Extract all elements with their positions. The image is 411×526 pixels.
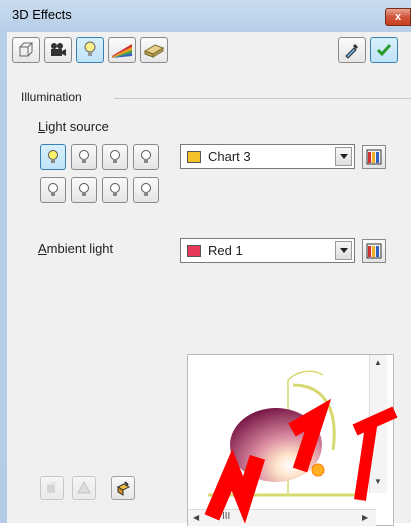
- light-source-label: Light source: [38, 119, 109, 134]
- ambient-light-label: Ambient light: [38, 241, 114, 256]
- cube-icon: [19, 42, 34, 57]
- lightbulb-off-icon: [110, 183, 120, 196]
- dialog-client: Illumination Light source Chart 3 Ambien…: [7, 32, 411, 526]
- lightbulb-on-icon: [48, 150, 58, 163]
- soap-icon: [143, 44, 165, 58]
- lightbulb-off-icon: [110, 150, 120, 163]
- title-bar[interactable]: 3D Effects x: [0, 0, 411, 30]
- lightbulb-off-icon: [48, 183, 58, 196]
- shadow-button[interactable]: [40, 476, 64, 500]
- lightbulb-off-icon: [141, 183, 151, 196]
- ambient-light-color-picker-button[interactable]: [362, 239, 386, 263]
- illumination-button[interactable]: [76, 37, 104, 63]
- color-palette-icon: [366, 243, 382, 259]
- scroll-up-icon[interactable]: ▲: [374, 358, 382, 367]
- window-title: 3D Effects: [12, 7, 72, 22]
- light-source-3-button[interactable]: [102, 144, 128, 170]
- light-source-2-button[interactable]: [71, 144, 97, 170]
- chevron-down-icon: [339, 153, 348, 159]
- light-source-7-button[interactable]: [102, 177, 128, 203]
- light-source-8-button[interactable]: [133, 177, 159, 203]
- light-source-4-button[interactable]: [133, 144, 159, 170]
- perspective-button[interactable]: [72, 476, 96, 500]
- light-source-1-button[interactable]: [40, 144, 66, 170]
- light-source-color-picker-button[interactable]: [362, 145, 386, 169]
- window-frame: 3D Effects x Illumination Light source C…: [0, 0, 411, 526]
- textures-button[interactable]: [108, 37, 136, 63]
- shading-button[interactable]: [44, 37, 72, 63]
- scroll-thumb[interactable]: III: [222, 511, 230, 522]
- preview-horizontal-scrollbar[interactable]: ◀ III ▶: [188, 509, 376, 526]
- ambient-light-color-select[interactable]: Red 1: [180, 238, 355, 263]
- pyramid-icon: [77, 481, 91, 494]
- illumination-preview[interactable]: [187, 354, 394, 526]
- geometry-button[interactable]: [12, 37, 40, 63]
- preview-sphere: [208, 370, 363, 497]
- illumination-heading: Illumination: [21, 90, 82, 104]
- color-swatch: [187, 151, 201, 163]
- preview-vertical-scrollbar[interactable]: ▲ ▼: [369, 355, 387, 493]
- material-button[interactable]: [140, 37, 168, 63]
- color-dialog-button[interactable]: [111, 476, 135, 500]
- assign-button[interactable]: [338, 37, 366, 63]
- color-palette-icon: [366, 149, 382, 165]
- scroll-right-icon[interactable]: ▶: [362, 513, 368, 522]
- light-source-5-button[interactable]: [40, 177, 66, 203]
- color-swatch: [187, 245, 201, 257]
- dropdown-arrow-button[interactable]: [335, 241, 352, 260]
- lightbulb-icon: [84, 41, 96, 56]
- light-source-color-select[interactable]: Chart 3: [180, 144, 355, 169]
- eyedropper-icon: [345, 44, 358, 59]
- chevron-down-icon: [339, 247, 348, 253]
- light-source-color-value: Chart 3: [208, 149, 251, 164]
- scroll-left-icon[interactable]: ◀: [193, 513, 199, 522]
- camera-icon: [51, 43, 66, 56]
- close-icon: x: [394, 11, 402, 23]
- checkmark-icon: [376, 44, 392, 57]
- lightbulb-off-icon: [79, 150, 89, 163]
- light-source-6-button[interactable]: [71, 177, 97, 203]
- section-divider: [114, 98, 411, 99]
- paint-cube-icon: [116, 481, 131, 496]
- rainbow-icon: [112, 44, 132, 58]
- scroll-down-icon[interactable]: ▼: [374, 477, 382, 486]
- cube-shadow-icon: [47, 482, 58, 493]
- close-button[interactable]: x: [385, 8, 411, 26]
- ambient-light-color-value: Red 1: [208, 243, 243, 258]
- update-button[interactable]: [370, 37, 398, 63]
- lightbulb-off-icon: [79, 183, 89, 196]
- dropdown-arrow-button[interactable]: [335, 147, 352, 166]
- lightbulb-off-icon: [141, 150, 151, 163]
